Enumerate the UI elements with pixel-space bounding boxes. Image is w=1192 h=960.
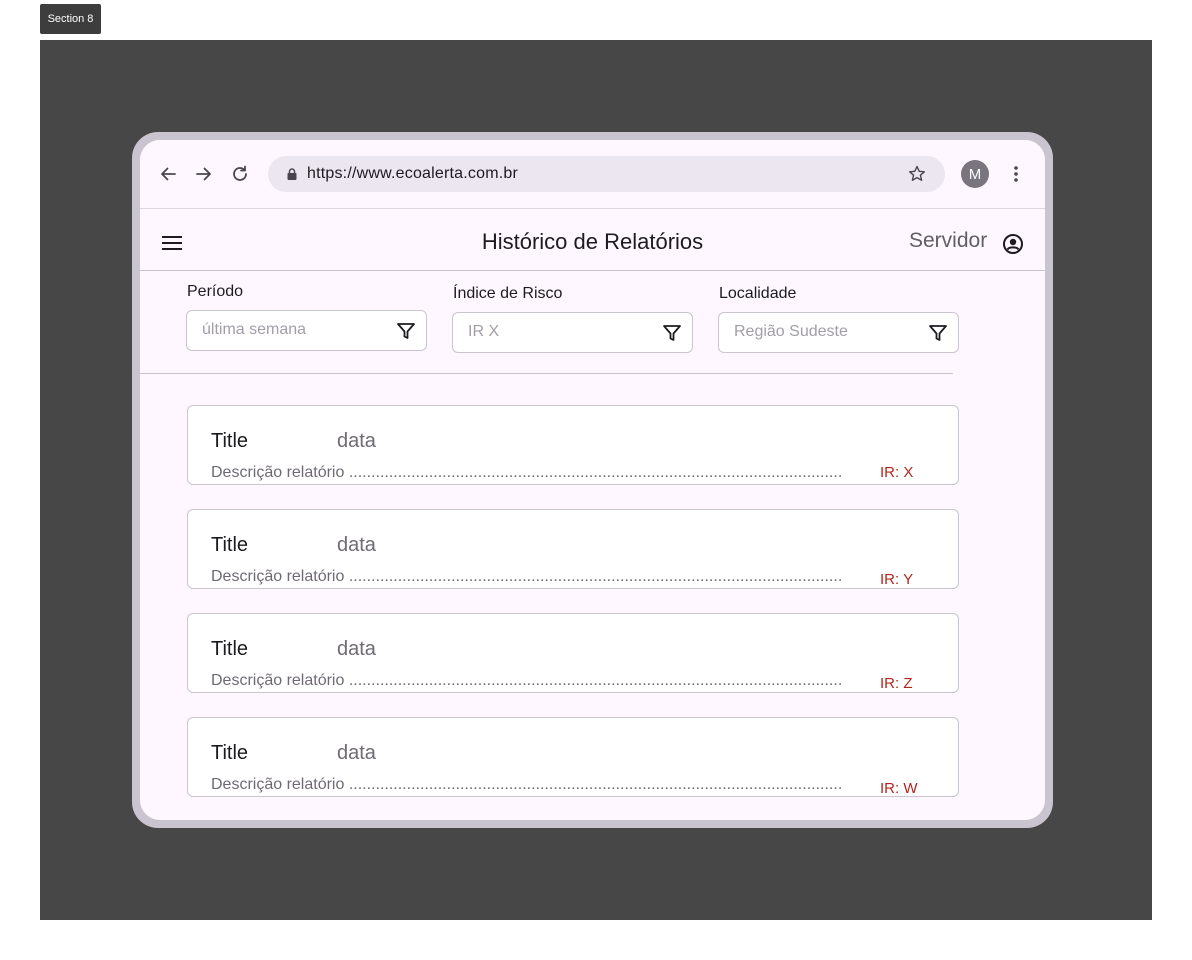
lock-icon — [287, 168, 297, 180]
account-circle-icon[interactable] — [1002, 233, 1024, 255]
report-risk-index: IR: W — [880, 780, 918, 797]
tablet-screen: https://www.ecoalerta.com.br M Histórico… — [140, 140, 1045, 820]
browser-toolbar: https://www.ecoalerta.com.br M — [140, 140, 1045, 208]
arrow-left-icon — [161, 167, 176, 181]
report-card[interactable]: Title data Descrição relatório .........… — [187, 405, 959, 485]
section-label: Section 8 — [40, 4, 101, 34]
user-role-label: Servidor — [909, 229, 988, 252]
url-text: https://www.ecoalerta.com.br — [307, 165, 519, 182]
report-title: Title — [211, 534, 249, 556]
report-date: data — [337, 534, 376, 556]
report-description: Descrição relatório ....................… — [211, 464, 841, 481]
more-vert-icon[interactable] — [1006, 162, 1026, 186]
periodo-input[interactable] — [202, 321, 382, 339]
filter-localidade[interactable] — [718, 312, 959, 353]
report-risk-index: IR: Z — [880, 675, 913, 692]
report-description: Descrição relatório ....................… — [211, 672, 841, 689]
filters-divider — [140, 373, 953, 374]
filter-periodo[interactable] — [186, 310, 427, 351]
report-card[interactable]: Title data Descrição relatório .........… — [187, 717, 959, 797]
browser-divider — [140, 208, 1045, 209]
filter-indice-risco[interactable] — [452, 312, 693, 353]
report-date: data — [337, 638, 376, 660]
report-title: Title — [211, 742, 249, 764]
refresh-icon — [233, 165, 247, 181]
report-title: Title — [211, 638, 249, 660]
indice-risco-input[interactable] — [468, 323, 648, 341]
filter-icon[interactable] — [396, 321, 416, 341]
back-button[interactable] — [157, 163, 179, 185]
filter-icon[interactable] — [928, 323, 948, 343]
reload-button[interactable] — [229, 163, 251, 185]
report-title: Title — [211, 430, 249, 452]
report-description: Descrição relatório ....................… — [211, 568, 841, 585]
filter-icon[interactable] — [662, 323, 682, 343]
star-icon[interactable] — [907, 164, 927, 184]
arrow-right-icon — [196, 167, 211, 181]
report-card[interactable]: Title data Descrição relatório .........… — [187, 509, 959, 589]
report-description: Descrição relatório ....................… — [211, 776, 841, 793]
filter-label-localidade: Localidade — [719, 285, 797, 302]
report-risk-index: IR: X — [880, 464, 914, 481]
profile-avatar[interactable]: M — [961, 160, 989, 188]
address-bar[interactable]: https://www.ecoalerta.com.br — [268, 156, 945, 192]
localidade-input[interactable] — [734, 323, 914, 341]
filter-label-periodo: Período — [187, 283, 244, 300]
report-date: data — [337, 742, 376, 764]
report-date: data — [337, 430, 376, 452]
header-divider — [140, 270, 1045, 271]
tablet-frame: https://www.ecoalerta.com.br M Histórico… — [132, 132, 1053, 828]
report-card[interactable]: Title data Descrição relatório .........… — [187, 613, 959, 693]
report-risk-index: IR: Y — [880, 571, 914, 588]
forward-button[interactable] — [193, 163, 215, 185]
filter-label-indice: Índice de Risco — [453, 285, 563, 302]
